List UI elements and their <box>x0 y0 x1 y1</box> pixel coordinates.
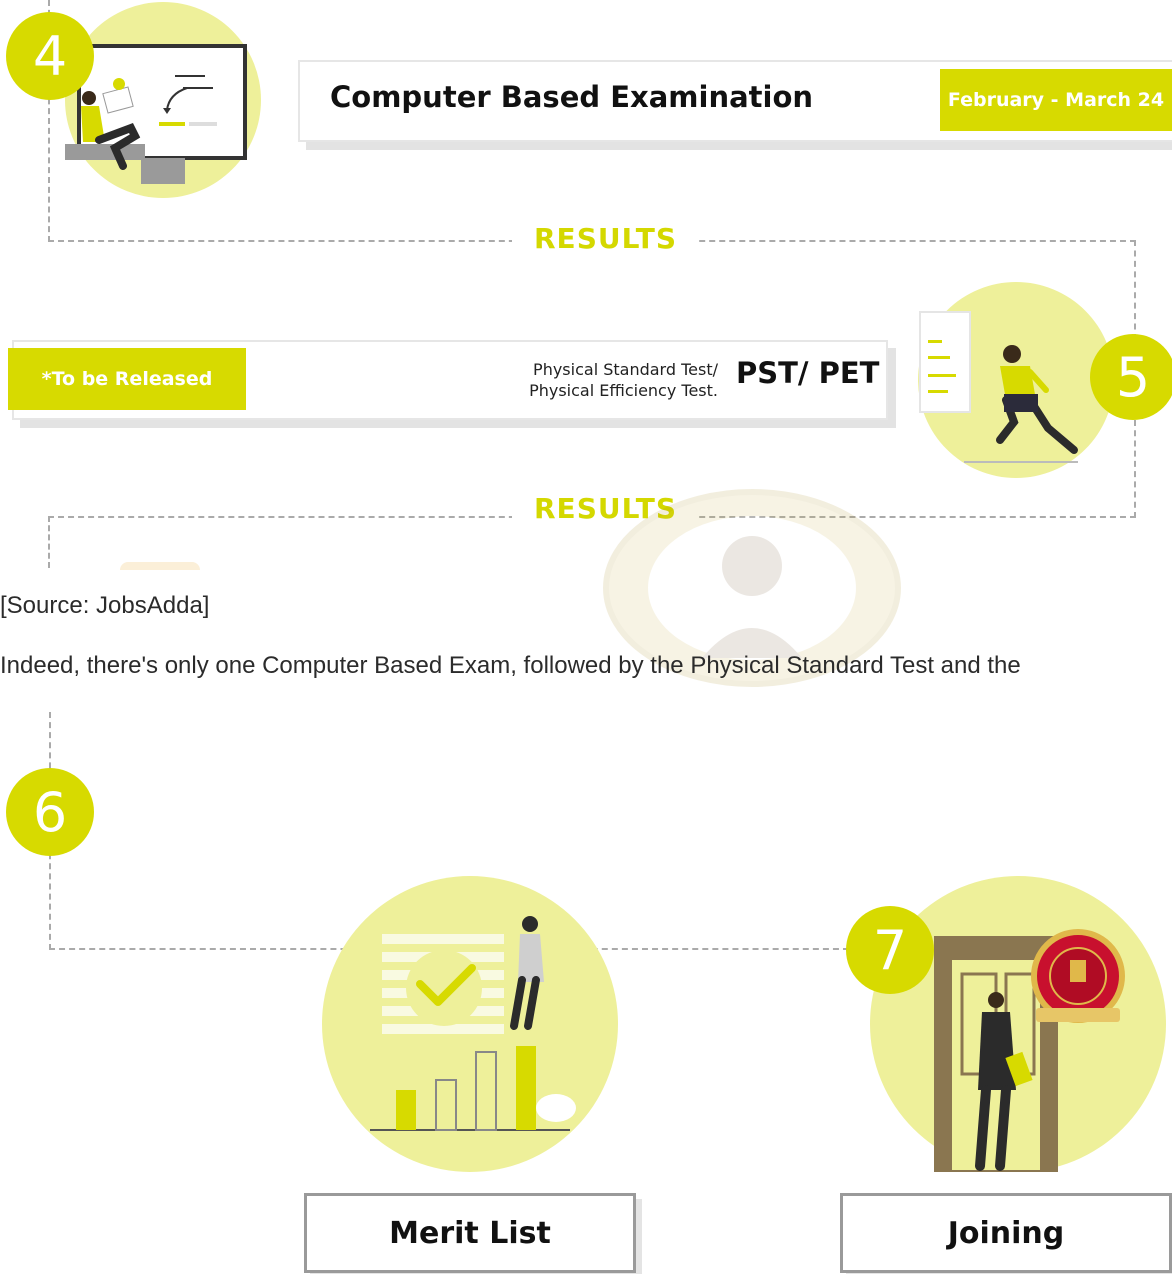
pst-pet-description: Physical Standard Test/ Physical Efficie… <box>480 359 718 401</box>
step-4-badge: 4 <box>6 12 94 100</box>
article-paragraph: Indeed, there's only one Computer Based … <box>0 652 1021 679</box>
runner-illustration <box>918 282 1114 478</box>
results-label: RESULTS <box>512 222 700 255</box>
computer-exam-illustration <box>65 2 261 198</box>
image-source-caption: [Source: JobsAdda] <box>0 592 210 619</box>
next-step-illustration-edge <box>120 562 200 570</box>
pet-description-line: Physical Efficiency Test. <box>529 381 718 400</box>
timeline-connector <box>1134 420 1136 518</box>
timeline-connector <box>48 516 50 568</box>
timeline-connector <box>1134 240 1136 340</box>
ssc-emblem-icon <box>1026 928 1130 1032</box>
exam-step-title: Computer Based Examination <box>330 80 814 114</box>
merit-list-label: Merit List <box>304 1193 636 1273</box>
step-6-badge: 6 <box>6 768 94 856</box>
release-status-badge: *To be Released <box>8 348 246 410</box>
step-7-badge: 7 <box>846 906 934 994</box>
step-5-badge: 5 <box>1090 334 1172 420</box>
pst-pet-title: PST/ PET <box>736 356 880 390</box>
merit-chart-illustration <box>322 876 618 1172</box>
pst-description-line: Physical Standard Test/ <box>533 360 718 379</box>
exam-date-badge: February - March 24 <box>940 69 1172 131</box>
joining-label: Joining <box>840 1193 1172 1273</box>
